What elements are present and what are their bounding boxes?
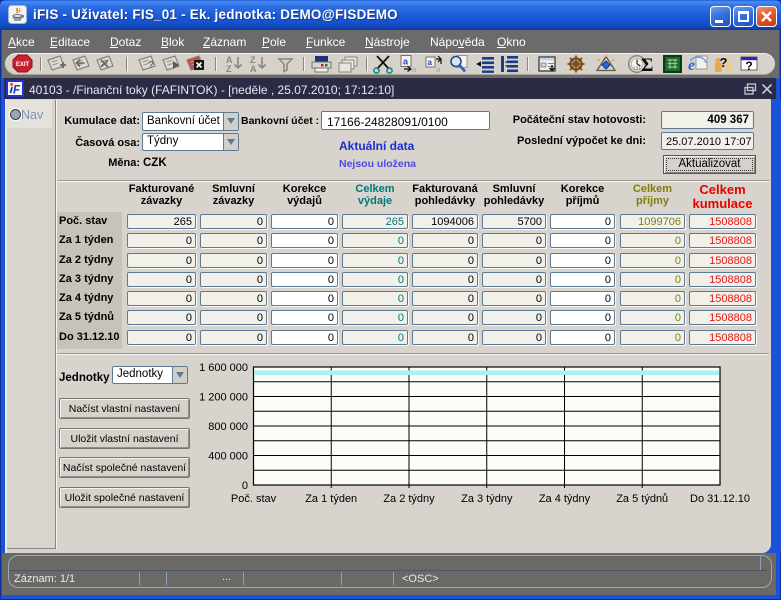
svg-text:0: 0 [242, 480, 248, 492]
svg-text:?: ? [745, 59, 752, 73]
svg-text:Do 31.12.10: Do 31.12.10 [690, 493, 750, 505]
svg-text:Poč. stav: Poč. stav [231, 493, 277, 505]
svg-text:a: a [428, 58, 433, 67]
svg-text:Σ: Σ [641, 55, 653, 74]
svg-text:Za 2 týdny: Za 2 týdny [383, 493, 435, 505]
svg-text:Za 4 týdny: Za 4 týdny [539, 493, 591, 505]
svg-text:1 600 000: 1 600 000 [199, 362, 248, 374]
svg-text:1 200 000: 1 200 000 [199, 392, 248, 404]
svg-text:400 000: 400 000 [208, 451, 248, 463]
svg-text:a: a [436, 65, 441, 74]
svg-text:F: F [13, 85, 21, 97]
svg-text:Za 1 týden: Za 1 týden [305, 493, 357, 505]
svg-text:Z: Z [226, 64, 232, 74]
svg-text:Za 5 týdnů: Za 5 týdnů [616, 493, 668, 505]
svg-text:800 000: 800 000 [208, 421, 248, 433]
svg-text:EXIT: EXIT [16, 62, 30, 68]
svg-text:A: A [250, 64, 257, 74]
svg-text:?: ? [720, 55, 728, 70]
svg-text:?: ? [148, 60, 154, 71]
svg-text:a: a [412, 65, 417, 74]
svg-text:Za 3 týdny: Za 3 týdny [461, 493, 513, 505]
